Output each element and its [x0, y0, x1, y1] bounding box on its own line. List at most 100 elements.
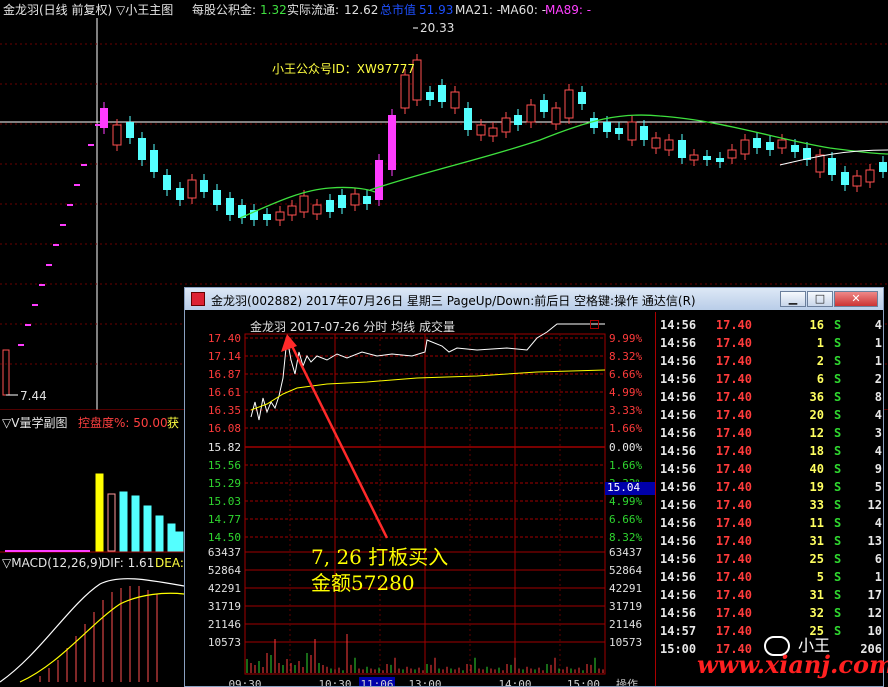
tick-list-row[interactable]: 14:56 17.40 16 S 4 — [656, 316, 882, 334]
tick-count: 12 — [867, 606, 882, 620]
main-chart-title: 金龙羽(日线 前复权) ▽小王主图 — [3, 3, 174, 17]
tick-volume: 6 — [816, 372, 824, 386]
candle — [540, 100, 548, 112]
minimize-button[interactable]: ▁ — [780, 291, 806, 307]
candle — [312, 204, 322, 215]
candle — [150, 150, 158, 172]
tick-list-row[interactable]: 14:56 17.40 1 S 1 — [656, 334, 882, 352]
candle — [126, 122, 134, 138]
price-tick-label: 15.29 — [208, 477, 241, 490]
tick-time: 14:56 — [660, 480, 697, 494]
tick-side: S — [834, 480, 842, 494]
tick-list-row[interactable]: 14:56 17.40 19 S 5 — [656, 478, 882, 496]
tick-price: 17.40 — [715, 588, 752, 602]
candle — [514, 115, 522, 125]
tick-price: 17.40 — [715, 354, 752, 368]
tick-list-row[interactable]: 14:56 17.40 6 S 2 — [656, 370, 882, 388]
main-chart-header: 金龙羽(日线 前复权) ▽小王主图 每股公积金: 1.32 实际流通: 12.6… — [0, 3, 888, 17]
tick-list-row[interactable]: 14:56 17.40 32 S 12 — [656, 604, 882, 622]
tick-list-row[interactable]: 14:56 17.40 12 S 3 — [656, 424, 882, 442]
tick-list-row[interactable]: 14:56 17.40 20 S 4 — [656, 406, 882, 424]
pct-tick-label: 1.66% — [609, 422, 642, 435]
tick-volume: 16 — [809, 318, 824, 332]
tick-list-row[interactable]: 14:56 17.40 31 S 17 — [656, 586, 882, 604]
candle — [426, 92, 434, 100]
tick-time: 14:56 — [660, 318, 697, 332]
tick-time: 14:56 — [660, 408, 697, 422]
pct-tick-label: 8.32% — [609, 350, 642, 363]
candle — [852, 175, 862, 187]
tick-side: S — [834, 606, 842, 620]
candle — [753, 138, 761, 148]
volume-tick-label-right: 10573 — [609, 636, 642, 649]
price-tick-label: 17.40 — [208, 332, 241, 345]
candle — [815, 154, 825, 173]
tick-list-row[interactable]: 14:56 17.40 31 S 13 — [656, 532, 882, 550]
price-tick-label: 15.03 — [208, 495, 241, 508]
tick-count: 4 — [874, 444, 882, 458]
tick-side: S — [834, 318, 842, 332]
candle — [287, 205, 297, 216]
candle — [564, 89, 574, 119]
tick-list-row[interactable]: 14:56 17.40 36 S 8 — [656, 388, 882, 406]
popup-titlebar[interactable]: 金龙羽(002882) 2017年07月26日 星期三 PageUp/Down:… — [185, 288, 883, 310]
tick-side: S — [834, 408, 842, 422]
tick-price: 17.40 — [715, 534, 752, 548]
maximize-button[interactable]: □ — [807, 291, 833, 307]
intraday-chart-panel[interactable]: 17.40 9.99% 17.14 8.32% 16.87 6.66% 16.61 4.99%… — [187, 312, 655, 686]
tick-time: 14:56 — [660, 372, 697, 386]
tick-list-row[interactable]: 14:56 17.40 40 S 9 — [656, 460, 882, 478]
tick-price: 17.40 — [715, 372, 752, 386]
volume-bar — [155, 515, 164, 552]
pct-tick-label: 6.66% — [609, 513, 642, 526]
tick-time: 14:56 — [660, 570, 697, 584]
tick-price: 17.40 — [715, 390, 752, 404]
tick-volume: 31 — [809, 534, 824, 548]
tick-count: 4 — [874, 408, 882, 422]
macd-chart-svg — [0, 578, 184, 683]
intraday-popup-window[interactable]: 金龙羽(002882) 2017年07月26日 星期三 PageUp/Down:… — [184, 287, 884, 687]
volume-bar — [167, 523, 176, 552]
candle — [766, 142, 774, 150]
tick-volume: 36 — [809, 390, 824, 404]
tick-time: 14:56 — [660, 462, 697, 476]
tick-volume: 25 — [809, 552, 824, 566]
tick-side: S — [834, 372, 842, 386]
tick-time: 14:56 — [660, 534, 697, 548]
candle — [526, 104, 536, 123]
candle — [640, 126, 648, 140]
ops-label: 操作 — [616, 677, 638, 686]
candle — [551, 107, 561, 125]
time-axis-label: 15:00 — [567, 678, 600, 686]
macd-title: ▽MACD(12,26,9) — [2, 556, 103, 570]
macd-chart-area[interactable] — [0, 554, 184, 687]
tick-list-panel[interactable]: 14:56 17.40 16 S 4 14:56 17.40 1 S 1 14:56 17.40 2 S 1… — [655, 312, 883, 686]
candle — [299, 195, 309, 213]
tick-side: S — [834, 516, 842, 530]
watermark-site: www.xianj.com — [697, 650, 888, 679]
macd-dea-line — [19, 592, 184, 683]
candle — [213, 190, 221, 205]
tick-list-row[interactable]: 14:56 17.40 25 S 6 — [656, 550, 882, 568]
tick-time: 15:00 — [660, 642, 697, 656]
time-axis-label: 13:00 — [408, 678, 441, 686]
candle — [388, 115, 396, 170]
tick-list-row[interactable]: 14:56 17.40 33 S 12 — [656, 496, 882, 514]
candle — [603, 122, 611, 132]
high-price-label: 20.33 — [420, 21, 455, 35]
candle — [703, 156, 711, 160]
float-label: 实际流通: — [287, 3, 340, 17]
candle — [350, 193, 360, 206]
sub-chart-area[interactable] — [0, 412, 184, 554]
candle — [841, 172, 849, 185]
tick-list-row[interactable]: 14:56 17.40 2 S 1 — [656, 352, 882, 370]
chart-toggle-icon[interactable] — [590, 320, 599, 329]
tick-list-row[interactable]: 14:56 17.40 18 S 4 — [656, 442, 882, 460]
tick-list-row[interactable]: 14:56 17.40 11 S 4 — [656, 514, 882, 532]
tick-price: 17.40 — [715, 462, 752, 476]
intraday-chart-svg: 17.40 9.99% 17.14 8.32% 16.87 6.66% 16.61 4.99%… — [208, 323, 642, 686]
tick-price: 17.40 — [715, 552, 752, 566]
tick-list-row[interactable]: 14:56 17.40 5 S 1 — [656, 568, 882, 586]
close-button[interactable]: ✕ — [834, 291, 878, 307]
tick-volume: 31 — [809, 588, 824, 602]
